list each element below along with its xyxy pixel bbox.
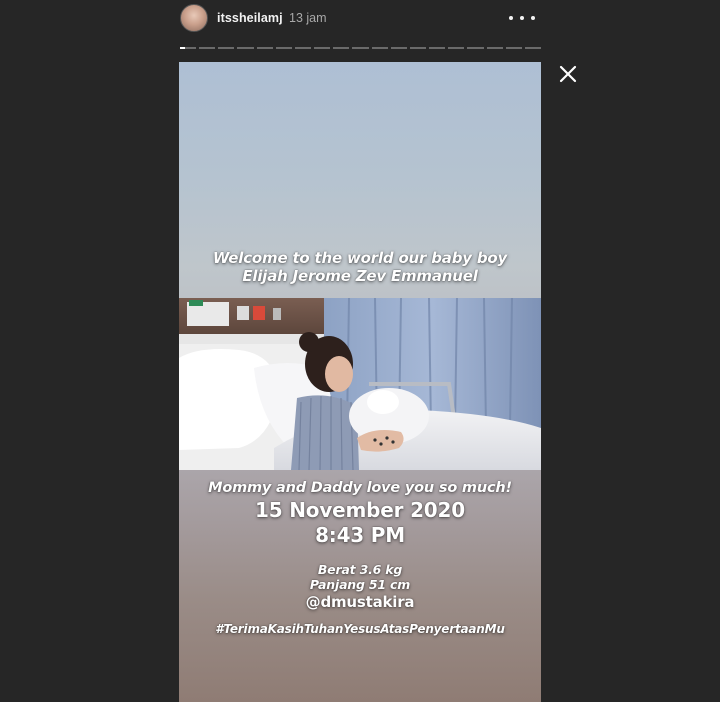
story-progress-bar bbox=[180, 47, 541, 49]
progress-segment bbox=[314, 47, 331, 49]
progress-segment bbox=[294, 47, 312, 49]
dot bbox=[509, 16, 513, 20]
progress-segment bbox=[409, 47, 427, 49]
username[interactable]: itssheilamj bbox=[217, 11, 283, 25]
more-horizontal-icon[interactable] bbox=[509, 10, 535, 26]
birth-time: 8:43 PM bbox=[315, 523, 405, 547]
progress-segment bbox=[467, 47, 484, 49]
mention-handle[interactable]: @dmustakira bbox=[179, 593, 541, 611]
timestamp: 13 jam bbox=[289, 11, 327, 25]
welcome-line-2: Elijah Jerome Zev Emmanuel bbox=[242, 267, 478, 285]
progress-segment bbox=[352, 47, 369, 49]
dot bbox=[520, 16, 524, 20]
hospital-photo bbox=[179, 298, 541, 470]
progress-segment bbox=[180, 47, 197, 49]
welcome-caption: Welcome to the world our baby boy Elijah… bbox=[179, 249, 541, 285]
progress-segment bbox=[371, 47, 388, 49]
progress-segment bbox=[390, 47, 407, 49]
progress-segment bbox=[333, 47, 350, 49]
progress-segment bbox=[486, 47, 503, 49]
progress-segment bbox=[505, 47, 522, 49]
progress-fill bbox=[180, 47, 185, 49]
story-content[interactable]: Welcome to the world our baby boy Elijah… bbox=[179, 62, 541, 702]
birth-length: Panjang 51 cm bbox=[309, 577, 411, 592]
progress-segment bbox=[256, 47, 273, 49]
birth-date: 15 November 2020 bbox=[255, 498, 465, 522]
progress-segment bbox=[237, 47, 254, 49]
avatar[interactable] bbox=[180, 4, 208, 32]
story-viewer: itssheilamj 13 jam Welcome to the world … bbox=[0, 0, 720, 702]
progress-segment bbox=[429, 47, 446, 49]
birth-weight: Berat 3.6 kg bbox=[317, 562, 403, 577]
close-icon[interactable] bbox=[558, 64, 578, 84]
hashtag[interactable]: #TerimaKasihTuhanYesusAtasPenyertaanMu bbox=[179, 622, 541, 636]
dot bbox=[531, 16, 535, 20]
progress-segment bbox=[448, 47, 465, 49]
progress-segment bbox=[199, 47, 216, 49]
progress-segment bbox=[275, 47, 292, 49]
love-caption: Mommy and Daddy love you so much! bbox=[208, 480, 512, 496]
welcome-line-1: Welcome to the world our baby boy bbox=[212, 249, 508, 267]
progress-segment bbox=[524, 47, 541, 49]
progress-segment bbox=[218, 47, 235, 49]
